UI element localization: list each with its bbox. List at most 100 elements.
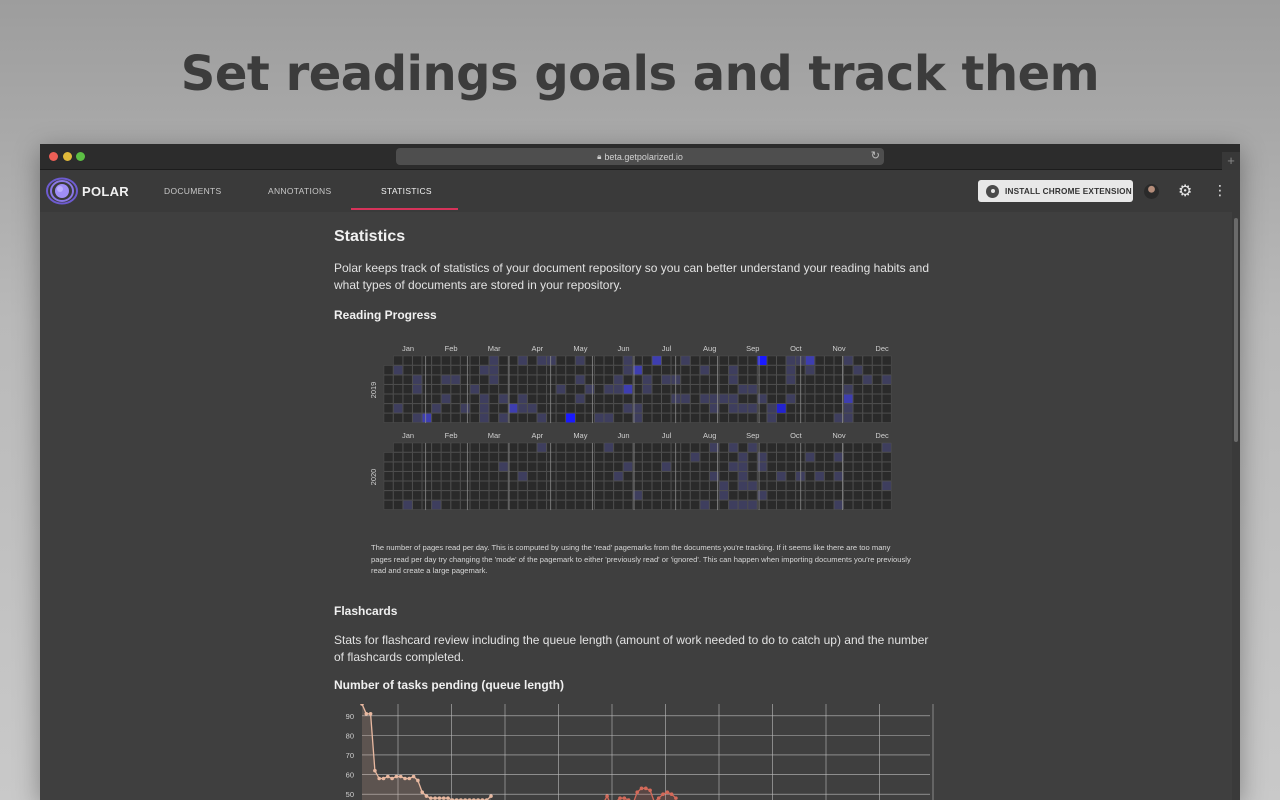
heatmap-cell bbox=[479, 481, 489, 491]
heatmap-cell bbox=[402, 394, 413, 404]
scrollbar-thumb[interactable] bbox=[1234, 218, 1238, 442]
heatmap-cell bbox=[431, 413, 442, 423]
heatmap-cell bbox=[594, 442, 604, 453]
heatmap-cell bbox=[584, 394, 595, 404]
heatmap-cell bbox=[517, 481, 528, 491]
heatmap-cell bbox=[546, 384, 557, 394]
heatmap-cell bbox=[719, 500, 729, 510]
tab-statistics[interactable]: STATISTICS bbox=[381, 186, 432, 196]
heatmap-cell bbox=[441, 374, 451, 385]
heatmap-cell bbox=[786, 394, 796, 404]
gear-icon[interactable]: ⚙ bbox=[1178, 181, 1192, 201]
heatmap-cell bbox=[786, 413, 796, 423]
data-point bbox=[639, 786, 644, 791]
heatmap-cell bbox=[565, 481, 576, 491]
month-label: Mar bbox=[488, 344, 501, 353]
heatmap-cell bbox=[460, 374, 470, 385]
heatmap-cell bbox=[728, 394, 739, 404]
heatmap-cell bbox=[460, 403, 470, 414]
heatmap-cell bbox=[814, 452, 825, 462]
heatmap-cell bbox=[412, 500, 422, 510]
close-window-button[interactable] bbox=[49, 152, 58, 161]
heatmap-cell bbox=[728, 384, 739, 394]
data-point bbox=[377, 776, 381, 781]
heatmap-cell bbox=[843, 461, 854, 472]
install-chrome-extension-button[interactable]: INSTALL CHROME EXTENSION bbox=[978, 180, 1133, 202]
heatmap-cell bbox=[584, 365, 595, 375]
heatmap-cell bbox=[623, 490, 633, 501]
heatmap-cell bbox=[814, 384, 825, 394]
heatmap-cell bbox=[728, 490, 739, 501]
heatmap-cell bbox=[661, 355, 672, 366]
heatmap-cell bbox=[402, 490, 413, 501]
heatmap-cell bbox=[412, 471, 422, 481]
heatmap-cell bbox=[470, 452, 480, 462]
heatmap-cell bbox=[441, 490, 451, 501]
heatmap-cell bbox=[738, 413, 748, 423]
heatmap-cell bbox=[393, 355, 403, 366]
heatmap-cell bbox=[450, 481, 461, 491]
tab-documents[interactable]: DOCUMENTS bbox=[164, 186, 221, 196]
heatmap-cell bbox=[422, 394, 432, 404]
heatmap-cell bbox=[489, 481, 499, 491]
heatmap-cell bbox=[699, 500, 710, 510]
heatmap-cell bbox=[738, 442, 748, 453]
heatmap-cell bbox=[680, 384, 691, 394]
heatmap-cell bbox=[680, 452, 691, 462]
heatmap-cell bbox=[546, 461, 557, 472]
page-title: Statistics bbox=[334, 228, 406, 245]
y-tick-label: 80 bbox=[346, 731, 354, 740]
heatmap-cell bbox=[402, 452, 413, 462]
heatmap-cell bbox=[872, 442, 882, 453]
heatmap-cell bbox=[383, 500, 394, 510]
zoom-window-button[interactable] bbox=[76, 152, 85, 161]
heatmap-cell bbox=[623, 355, 633, 366]
heatmap-cell bbox=[383, 452, 394, 462]
heatmap-cell bbox=[402, 355, 413, 366]
heatmap-cell bbox=[786, 471, 796, 481]
heatmap-cell bbox=[546, 442, 557, 453]
heatmap-cell bbox=[661, 403, 672, 414]
heatmap-cell bbox=[747, 490, 758, 501]
heatmap-cell bbox=[556, 452, 566, 462]
heatmap-cell bbox=[642, 481, 652, 491]
data-point bbox=[648, 788, 652, 793]
heatmap-cell bbox=[517, 355, 528, 366]
new-tab-button[interactable]: + bbox=[1222, 152, 1240, 170]
heatmap-cell bbox=[834, 452, 844, 462]
minimize-window-button[interactable] bbox=[63, 152, 72, 161]
heatmap-cell bbox=[470, 394, 480, 404]
month-label: Nov bbox=[832, 344, 846, 353]
heatmap-cell bbox=[575, 490, 585, 501]
heatmap-cell bbox=[604, 413, 614, 423]
browser-titlebar: 🔒︎ beta.getpolarized.io ↻ + bbox=[40, 144, 1240, 170]
heatmap-cell bbox=[613, 461, 624, 472]
heatmap-cell bbox=[881, 403, 892, 414]
avatar[interactable] bbox=[1144, 184, 1159, 199]
heatmap-cell bbox=[814, 500, 825, 510]
year-label: 2019 bbox=[370, 382, 378, 399]
heatmap-cell bbox=[652, 403, 662, 414]
polar-logo-icon[interactable] bbox=[45, 177, 79, 205]
heatmap-cell bbox=[680, 490, 691, 501]
heatmap-cell bbox=[834, 355, 844, 366]
heatmap-cell bbox=[642, 384, 652, 394]
heatmap-cell bbox=[450, 461, 461, 472]
heatmap-cell bbox=[834, 413, 844, 423]
address-bar[interactable]: 🔒︎ beta.getpolarized.io ↻ bbox=[396, 148, 884, 165]
reload-icon[interactable]: ↻ bbox=[871, 149, 880, 162]
heatmap-cell bbox=[814, 394, 825, 404]
heatmap-cell bbox=[728, 413, 739, 423]
heatmap-cell bbox=[594, 471, 604, 481]
heatmap-cell bbox=[556, 500, 566, 510]
heatmap-cell bbox=[498, 471, 509, 481]
heatmap-cell bbox=[719, 365, 729, 375]
tab-annotations[interactable]: ANNOTATIONS bbox=[268, 186, 331, 196]
heatmap-cell bbox=[441, 452, 451, 462]
heatmap-cell bbox=[747, 384, 758, 394]
more-menu-icon[interactable]: ⋮ bbox=[1213, 182, 1227, 199]
heatmap-cell bbox=[412, 442, 422, 453]
heatmap-cell bbox=[527, 452, 537, 462]
month-label: Apr bbox=[531, 344, 543, 353]
heatmap-cell bbox=[767, 461, 777, 472]
